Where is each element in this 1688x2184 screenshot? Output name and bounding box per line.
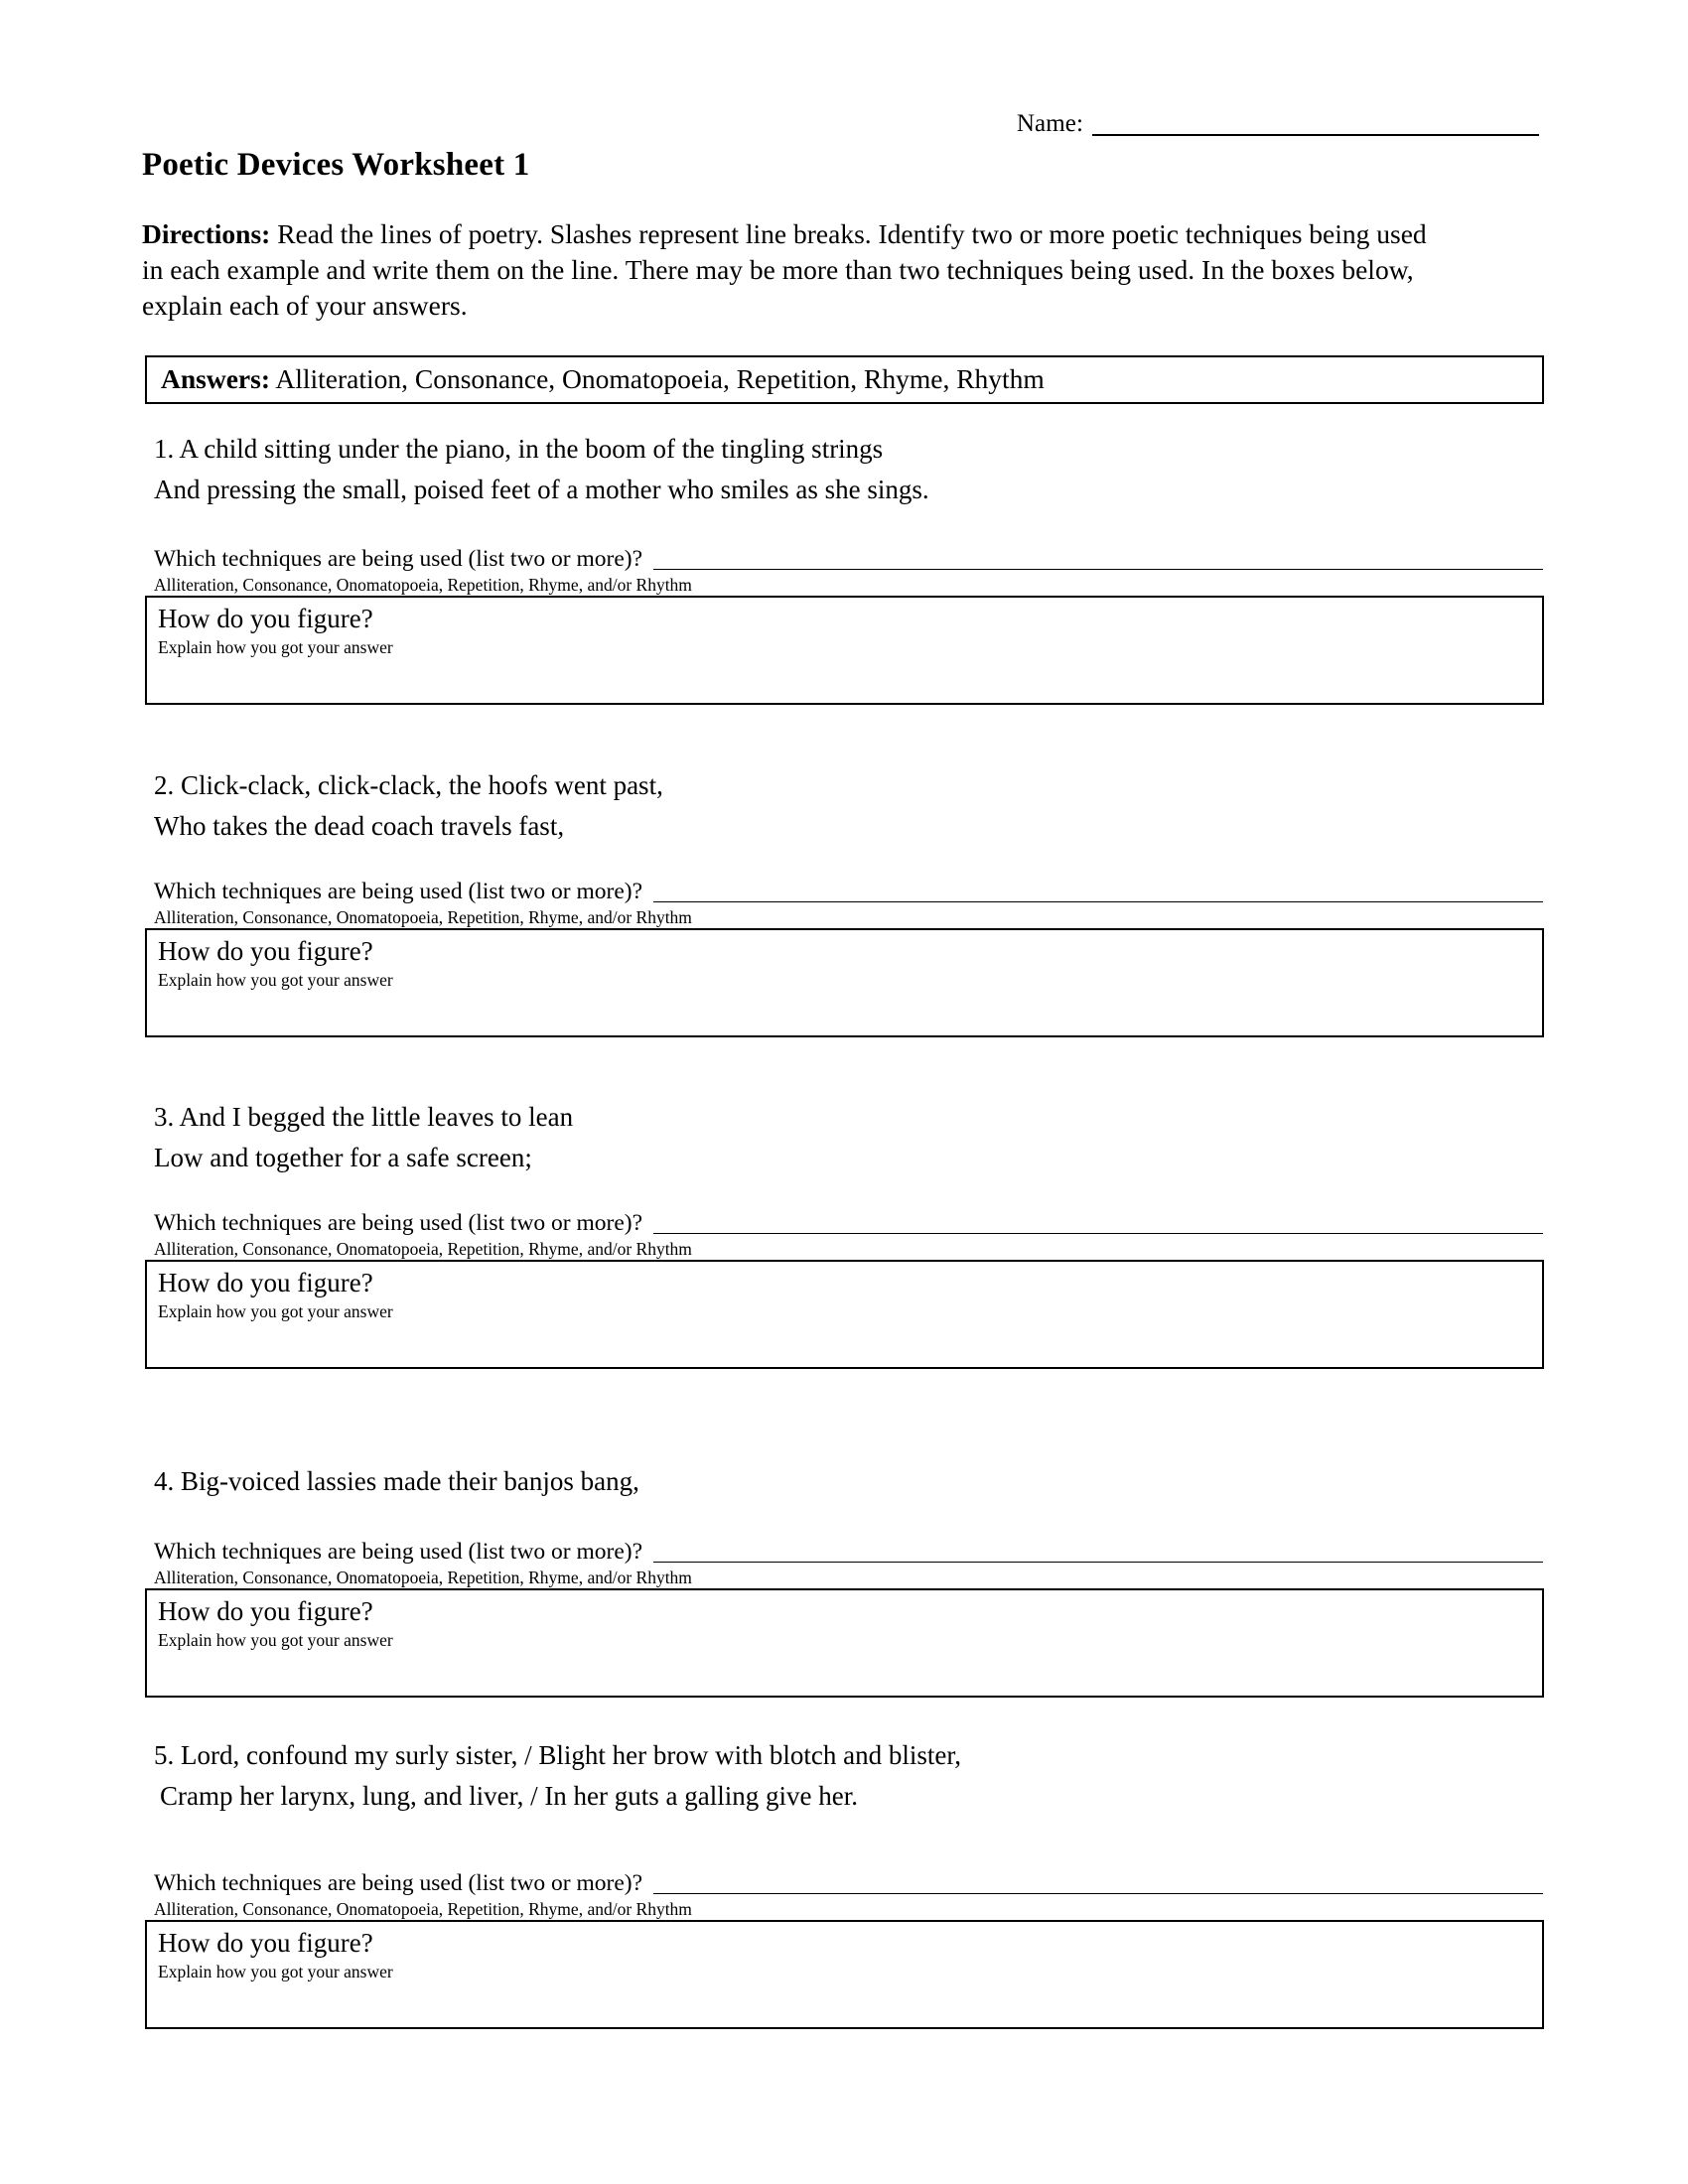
- page-title: Poetic Devices Worksheet 1: [142, 147, 530, 183]
- question-block-5: 5. Lord, confound my surly sister, / Bli…: [142, 1735, 1546, 2029]
- techniques-answer-row-2[interactable]: Which techniques are being used (list tw…: [142, 869, 1546, 906]
- techniques-answer-line-4[interactable]: [653, 1561, 1543, 1563]
- question-text-5: 5. Lord, confound my surly sister, / Bli…: [142, 1735, 1546, 1817]
- techniques-answer-row-3[interactable]: Which techniques are being used (list tw…: [142, 1200, 1546, 1238]
- techniques-hint-5: Alliteration, Consonance, Onomatopoeia, …: [154, 1899, 692, 1919]
- question-line-3a: 3. And I begged the little leaves to lea…: [154, 1102, 574, 1132]
- techniques-answer-line-1[interactable]: [653, 568, 1543, 570]
- question-text-3: 3. And I begged the little leaves to lea…: [142, 1097, 1546, 1178]
- question-line-2b: Who takes the dead coach travels fast,: [154, 811, 565, 841]
- explanation-subtitle-4: Explain how you got your answer: [158, 1630, 393, 1650]
- question-text-1: 1. A child sitting under the piano, in t…: [142, 429, 1546, 510]
- question-line-4a: 4. Big-voiced lassies made their banjos …: [154, 1466, 639, 1496]
- question-block-3: 3. And I begged the little leaves to lea…: [142, 1097, 1546, 1369]
- question-block-4: 4. Big-voiced lassies made their banjos …: [142, 1461, 1546, 1698]
- explanation-box-5[interactable]: How do you figure? Explain how you got y…: [145, 1920, 1544, 2029]
- explanation-title-3: How do you figure?: [158, 1268, 373, 1297]
- question-text-2: 2. Click-clack, click-clack, the hoofs w…: [142, 765, 1546, 847]
- answers-list: Alliteration, Consonance, Onomatopoeia, …: [270, 363, 1045, 394]
- techniques-hint-1: Alliteration, Consonance, Onomatopoeia, …: [154, 575, 692, 595]
- explanation-subtitle-1: Explain how you got your answer: [158, 637, 393, 657]
- question-line-1a: 1. A child sitting under the piano, in t…: [154, 434, 884, 464]
- explanation-box-4[interactable]: How do you figure? Explain how you got y…: [145, 1588, 1544, 1698]
- techniques-answer-row-5[interactable]: Which techniques are being used (list tw…: [142, 1860, 1546, 1898]
- techniques-prompt-2: Which techniques are being used (list tw…: [154, 878, 643, 904]
- techniques-prompt-4: Which techniques are being used (list tw…: [154, 1538, 643, 1565]
- answers-bar: Answers: Alliteration, Consonance, Onoma…: [145, 355, 1544, 404]
- directions-paragraph: Directions: Read the lines of poetry. Sl…: [142, 216, 1449, 324]
- techniques-answer-line-3[interactable]: [653, 1232, 1543, 1234]
- explanation-title-1: How do you figure?: [158, 604, 373, 633]
- techniques-hint-3: Alliteration, Consonance, Onomatopoeia, …: [154, 1239, 692, 1259]
- question-block-2: 2. Click-clack, click-clack, the hoofs w…: [142, 765, 1546, 1037]
- question-line-5a: 5. Lord, confound my surly sister, / Bli…: [154, 1740, 961, 1770]
- question-line-5b: Cramp her larynx, lung, and liver, / In …: [160, 1781, 858, 1811]
- explanation-subtitle-5: Explain how you got your answer: [158, 1962, 393, 1981]
- techniques-prompt-3: Which techniques are being used (list tw…: [154, 1209, 643, 1236]
- explanation-box-1[interactable]: How do you figure? Explain how you got y…: [145, 596, 1544, 705]
- directions-text: Read the lines of poetry. Slashes repres…: [142, 218, 1427, 321]
- techniques-hint-2: Alliteration, Consonance, Onomatopoeia, …: [154, 907, 692, 927]
- explanation-subtitle-3: Explain how you got your answer: [158, 1301, 393, 1321]
- techniques-answer-row-1[interactable]: Which techniques are being used (list tw…: [142, 536, 1546, 574]
- name-label: Name:: [1016, 110, 1083, 137]
- explanation-box-3[interactable]: How do you figure? Explain how you got y…: [145, 1260, 1544, 1369]
- name-input-line[interactable]: [1092, 131, 1539, 136]
- techniques-answer-row-4[interactable]: Which techniques are being used (list tw…: [142, 1529, 1546, 1567]
- explanation-subtitle-2: Explain how you got your answer: [158, 970, 393, 990]
- name-field[interactable]: Name:: [1017, 111, 1539, 136]
- explanation-title-2: How do you figure?: [158, 936, 373, 966]
- question-line-3b: Low and together for a safe screen;: [154, 1143, 532, 1172]
- explanation-title-5: How do you figure?: [158, 1928, 373, 1958]
- question-line-1b: And pressing the small, poised feet of a…: [154, 475, 929, 504]
- techniques-answer-line-5[interactable]: [653, 1892, 1543, 1894]
- answers-label: Answers:: [161, 363, 270, 394]
- techniques-hint-4: Alliteration, Consonance, Onomatopoeia, …: [154, 1568, 692, 1587]
- techniques-prompt-1: Which techniques are being used (list tw…: [154, 545, 643, 572]
- explanation-box-2[interactable]: How do you figure? Explain how you got y…: [145, 928, 1544, 1037]
- worksheet-page: Name: Poetic Devices Worksheet 1 Directi…: [0, 0, 1688, 2184]
- worksheet-sheet: Name: Poetic Devices Worksheet 1 Directi…: [142, 0, 1546, 2184]
- question-line-2a: 2. Click-clack, click-clack, the hoofs w…: [154, 770, 663, 800]
- explanation-title-4: How do you figure?: [158, 1596, 373, 1626]
- question-text-4: 4. Big-voiced lassies made their banjos …: [142, 1461, 1546, 1502]
- directions-label: Directions:: [142, 218, 271, 249]
- techniques-prompt-5: Which techniques are being used (list tw…: [154, 1869, 643, 1896]
- techniques-answer-line-2[interactable]: [653, 900, 1543, 902]
- question-block-1: 1. A child sitting under the piano, in t…: [142, 429, 1546, 705]
